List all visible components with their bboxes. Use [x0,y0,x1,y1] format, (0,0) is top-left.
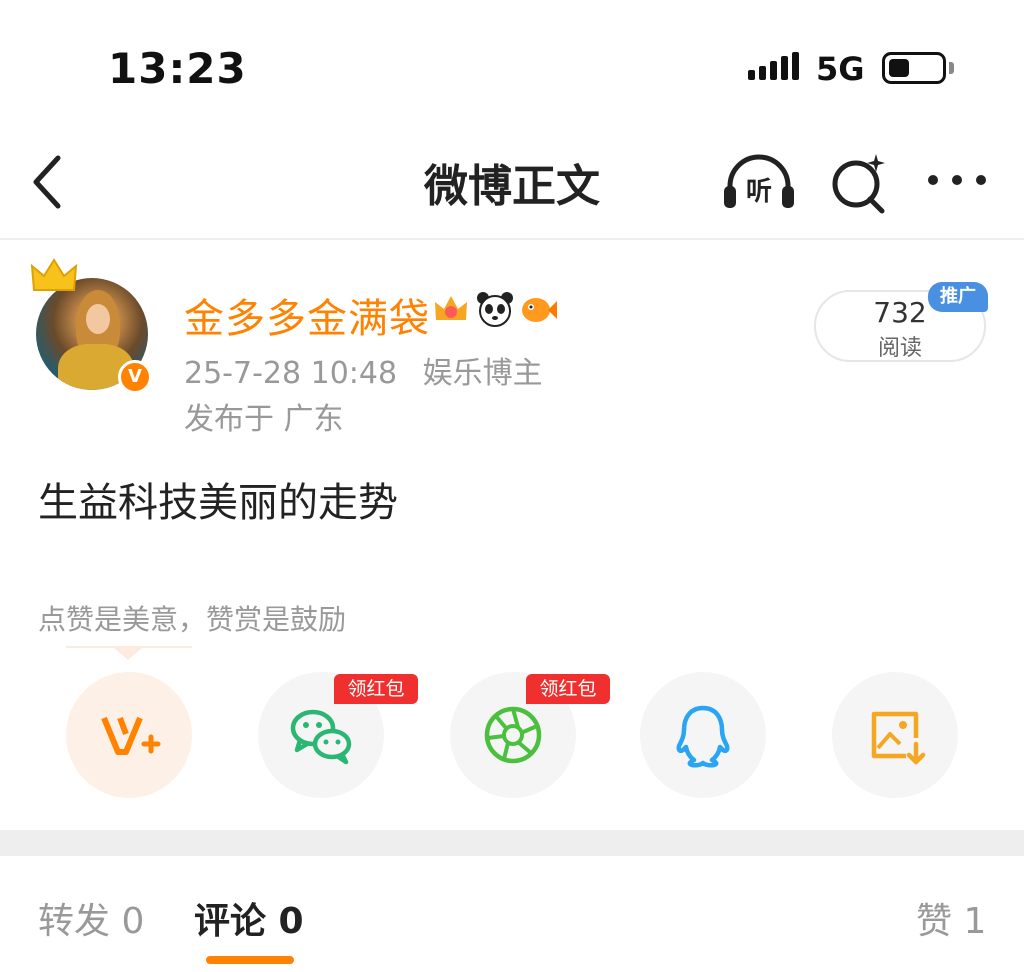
red-packet-tag: 领红包 [334,674,418,704]
fish-badge-icon [522,298,557,322]
share-qq-button[interactable] [640,672,766,798]
red-packet-tag: 领红包 [526,674,610,704]
panda-badge-icon [477,292,513,327]
reward-hint: 点赞是美意，赞赏是鼓励 [38,603,347,636]
more-icon[interactable] [924,162,990,198]
qq-icon [676,705,730,768]
author-name[interactable]: 金多多金满袋 [184,286,430,344]
save-image-icon [871,711,926,765]
active-tab-indicator [206,956,294,964]
battery-tip [949,62,954,74]
search-icon[interactable] [828,150,890,214]
nav-divider [0,238,1024,240]
reward-button[interactable] [66,672,192,798]
post-location: 发布于 广东 [184,402,344,437]
promote-tag[interactable]: 推广 [928,282,988,312]
tab-repost[interactable]: 转发 0 [38,892,144,944]
status-time: 13:23 [108,44,247,93]
hint-arrow [114,648,142,660]
post-text: 生益科技美丽的走势 [38,480,398,526]
author-avatar[interactable]: V [30,256,158,396]
tab-comment[interactable]: 评论 0 [194,892,304,944]
read-label: 阅读 [877,336,922,361]
signal-icon [748,52,799,80]
weibo-post-page: 13:23 5G 微博正文 听 V 金多多金满袋 25-7-28 10:48 娱… [0,0,1024,972]
verified-badge-icon: V [118,360,152,394]
crown-icon [30,258,78,291]
section-divider [0,830,1024,856]
post-date: 25-7-28 10:48 [184,356,398,391]
save-image-button[interactable] [832,672,958,798]
post-meta: 25-7-28 10:48 娱乐博主 [184,348,559,392]
network-type: 5G [816,50,865,88]
battery-icon [882,52,946,84]
headphones-listen-icon[interactable]: 听 [722,150,796,214]
reward-icon [101,716,161,755]
listen-label: 听 [746,177,772,207]
author-category: 娱乐博主 [422,356,543,391]
moments-icon [484,706,542,764]
crown-badge-icon [435,296,467,320]
wechat-icon [290,709,352,765]
tab-like[interactable]: 赞 1 [916,892,986,944]
